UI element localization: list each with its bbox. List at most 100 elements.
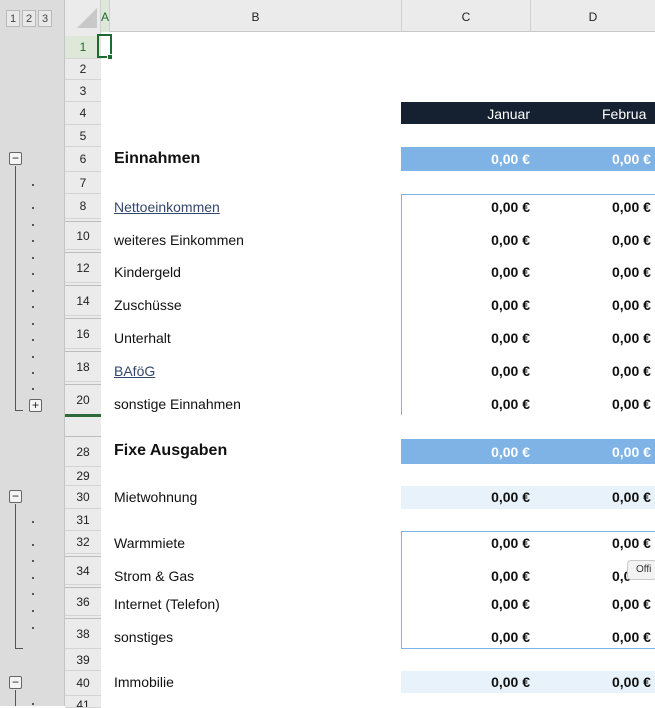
label-sonstige-einnahmen: sonstige Einnahmen <box>114 396 241 412</box>
row-header-2[interactable]: 2 <box>65 59 101 80</box>
sonstiges-januar[interactable]: 0,00 € <box>403 629 530 645</box>
outline-dot <box>32 703 34 705</box>
row-header-29[interactable]: 29 <box>65 467 101 486</box>
zuschuesse-februar[interactable]: 0,00 € <box>532 297 655 313</box>
row-header-7[interactable]: 7 <box>65 172 101 194</box>
warmmiete-januar[interactable]: 0,00 € <box>403 535 530 551</box>
row-header-14[interactable]: 14 <box>65 286 101 316</box>
column-header-c[interactable]: C <box>402 0 531 32</box>
outline-dot <box>32 257 34 259</box>
month-februar: Februa <box>602 106 647 122</box>
warmmiete-februar[interactable]: 0,00 € <box>532 535 655 551</box>
row-header-10[interactable]: 10 <box>65 222 101 250</box>
outline-bracket-foot <box>15 410 23 411</box>
weiteres-einkommen-januar[interactable]: 0,00 € <box>403 232 530 248</box>
immobilie-januar[interactable]: 0,00 € <box>403 674 530 690</box>
expand-group-button[interactable]: + <box>29 399 42 412</box>
outline-dot <box>32 184 34 186</box>
nettoeinkommen-januar[interactable]: 0,00 € <box>403 199 530 215</box>
kindergeld-januar[interactable]: 0,00 € <box>403 264 530 280</box>
outline-dot <box>32 306 34 308</box>
zuschuesse-januar[interactable]: 0,00 € <box>403 297 530 313</box>
kindergeld-februar[interactable]: 0,00 € <box>532 264 655 280</box>
outline-dot <box>32 207 34 209</box>
outline-dot <box>32 593 34 595</box>
strom-gas-januar[interactable]: 0,00 € <box>403 568 530 584</box>
outline-dot <box>32 577 34 579</box>
immobilie-februar[interactable]: 0,00 € <box>532 674 655 690</box>
row-header-34[interactable]: 34 <box>65 557 101 585</box>
row-header-28[interactable]: 28 <box>65 437 101 467</box>
tooltip-popup: Offi <box>627 560 655 580</box>
outline-level-1-button[interactable]: 1 <box>6 10 20 27</box>
outline-dot <box>32 388 34 390</box>
column-header-d[interactable]: D <box>531 0 655 32</box>
label-weiteres-einkommen: weiteres Einkommen <box>114 232 244 248</box>
outline-dot <box>32 273 34 275</box>
row-header-3[interactable]: 3 <box>65 80 101 102</box>
fill-handle[interactable] <box>107 54 113 60</box>
collapse-group-immobilie-button[interactable]: − <box>9 676 22 689</box>
bafoeg-februar[interactable]: 0,00 € <box>532 363 655 379</box>
row-header-39[interactable]: 39 <box>65 649 101 671</box>
label-kindergeld: Kindergeld <box>114 264 181 280</box>
column-header-b[interactable]: B <box>110 0 402 32</box>
collapse-group-fixe-ausgaben-button[interactable]: − <box>9 490 22 503</box>
outline-dot <box>32 521 34 523</box>
row-header-1[interactable]: 1 <box>65 36 101 59</box>
outline-bracket <box>15 690 16 706</box>
row-header-30[interactable]: 30 <box>65 486 101 509</box>
label-nettoeinkommen-link[interactable]: Nettoeinkommen <box>114 199 220 215</box>
row-header-12[interactable]: 12 <box>65 253 101 283</box>
unterhalt-februar[interactable]: 0,00 € <box>532 330 655 346</box>
nettoeinkommen-februar[interactable]: 0,00 € <box>532 199 655 215</box>
internet-februar[interactable]: 0,00 € <box>532 596 655 612</box>
label-bafoeg-link[interactable]: BAföG <box>114 363 155 379</box>
outline-bracket <box>15 166 16 411</box>
row-header-20[interactable]: 20 <box>65 385 101 415</box>
outline-dot <box>32 240 34 242</box>
einnahmen-januar-value[interactable]: 0,00 € <box>403 151 530 167</box>
month-januar: Januar <box>487 106 530 122</box>
outline-dot <box>32 290 34 292</box>
bafoeg-januar[interactable]: 0,00 € <box>403 363 530 379</box>
outline-dot <box>32 372 34 374</box>
section-label-fixe-ausgaben: Fixe Ausgaben <box>114 442 228 459</box>
fixe-ausgaben-januar-value[interactable]: 0,00 € <box>403 444 530 460</box>
outline-bracket <box>15 504 16 649</box>
row-header-38[interactable]: 38 <box>65 619 101 649</box>
unterhalt-januar[interactable]: 0,00 € <box>403 330 530 346</box>
row-header-8[interactable]: 8 <box>65 194 101 219</box>
row-header-31[interactable]: 31 <box>65 509 101 531</box>
sonstiges-februar[interactable]: 0,00 € <box>532 629 655 645</box>
mietwohnung-januar[interactable]: 0,00 € <box>403 489 530 505</box>
outline-dot <box>32 544 34 546</box>
label-unterhalt: Unterhalt <box>114 330 171 346</box>
row-header-5[interactable]: 5 <box>65 125 101 147</box>
outline-bracket-foot <box>15 648 23 649</box>
row-header-36[interactable]: 36 <box>65 588 101 616</box>
outline-level-2-button[interactable]: 2 <box>22 10 36 27</box>
label-zuschuesse: Zuschüsse <box>114 297 182 313</box>
row-header-4[interactable]: 4 <box>65 102 101 125</box>
row-header-32[interactable]: 32 <box>65 531 101 554</box>
row-header-16[interactable]: 16 <box>65 319 101 349</box>
mietwohnung-februar[interactable]: 0,00 € <box>532 489 655 505</box>
outline-level-3-button[interactable]: 3 <box>38 10 52 27</box>
weiteres-einkommen-februar[interactable]: 0,00 € <box>532 232 655 248</box>
outline-dot <box>32 339 34 341</box>
row-header-40[interactable]: 40 <box>65 671 101 696</box>
label-strom-gas: Strom & Gas <box>114 568 195 584</box>
row-header-6[interactable]: 6 <box>65 147 101 172</box>
row-header-18[interactable]: 18 <box>65 352 101 382</box>
collapse-group-einnahmen-button[interactable]: − <box>9 152 22 165</box>
row-header-41[interactable]: 41 <box>65 696 101 708</box>
internet-januar[interactable]: 0,00 € <box>403 596 530 612</box>
outline-dot <box>32 610 34 612</box>
sonstige-einnahmen-januar[interactable]: 0,00 € <box>403 396 530 412</box>
sonstige-einnahmen-februar[interactable]: 0,00 € <box>532 396 655 412</box>
einnahmen-februar-value[interactable]: 0,00 € <box>532 151 655 167</box>
column-header-a[interactable]: A <box>101 0 110 32</box>
select-all-corner[interactable] <box>65 0 101 32</box>
fixe-ausgaben-februar-value[interactable]: 0,00 € <box>532 444 655 460</box>
